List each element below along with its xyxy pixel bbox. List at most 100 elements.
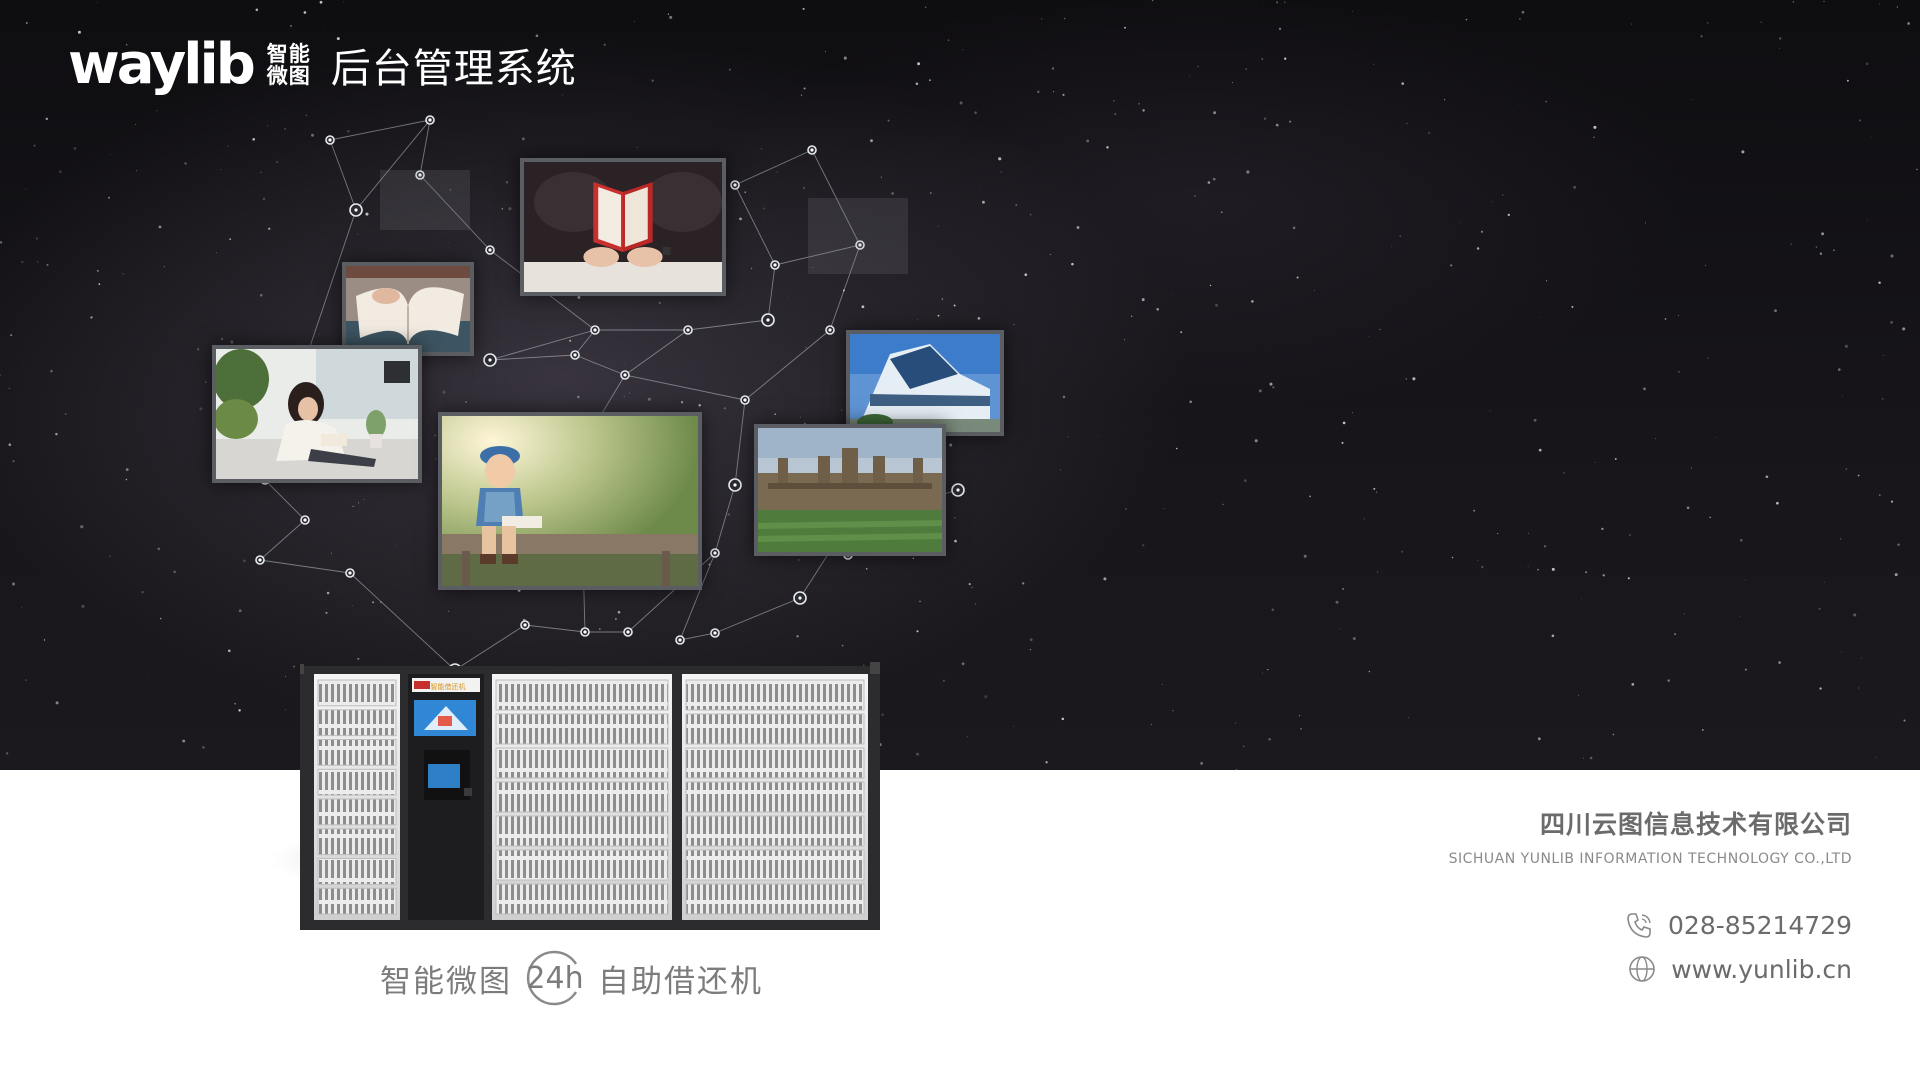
network-link (744, 329, 831, 401)
locker-cell (317, 828, 397, 856)
network-link (259, 519, 306, 561)
network-node-core (354, 208, 358, 212)
network-link (734, 184, 776, 266)
locker-cell (495, 883, 669, 915)
self-service-kiosk: 智能借还机 (300, 662, 880, 930)
phone-number: 028-85214729 (1668, 910, 1852, 940)
network-link (734, 399, 746, 486)
network-link (329, 119, 431, 141)
network-link (524, 624, 586, 633)
photo-laughing-child (438, 412, 702, 590)
network-link (574, 354, 626, 376)
photo-woman-reading (212, 345, 422, 483)
network-node-core (583, 630, 587, 634)
network-node-core (766, 318, 770, 322)
network-link (714, 597, 801, 634)
network-node-core (428, 118, 432, 122)
network-link (767, 264, 776, 321)
network-node-core (828, 328, 832, 332)
brand-cn-line2: 微图 (266, 64, 311, 88)
network-node-core (593, 328, 597, 332)
contact-website[interactable]: www.yunlib.cn (1627, 954, 1852, 984)
badge-24h: 24h (524, 950, 586, 1006)
photo-university-campus (754, 424, 946, 556)
brand-cn-line1: 智能 (266, 42, 311, 66)
contact-phone: 028-85214729 (1624, 910, 1852, 940)
network-link (687, 319, 769, 331)
network-link (259, 559, 351, 574)
network-link (679, 632, 716, 641)
locker-cell (685, 747, 865, 779)
locker-cell (495, 713, 669, 745)
photo-reading-book (520, 158, 726, 296)
photo-open-book (342, 262, 474, 356)
network-link (734, 149, 813, 186)
company-info: 四川云图信息技术有限公司 SICHUAN YUNLIB INFORMATION … (1449, 805, 1852, 867)
network-node-core (798, 596, 802, 600)
product-caption: 智能微图 24h 自助借还机 (380, 948, 763, 1008)
network-link (624, 374, 746, 401)
network-node-core (258, 558, 262, 562)
network-node-core (733, 183, 737, 187)
locker-cell (317, 739, 397, 766)
kiosk-screen-label: 智能借还机 (431, 682, 466, 691)
caption-brand: 智能微图 (380, 963, 512, 1000)
badge-24h-label: 24h (526, 960, 584, 996)
network-link (329, 139, 357, 211)
network-node-core (626, 630, 630, 634)
network-node-core (678, 638, 682, 642)
locker-cell (495, 849, 669, 881)
network-link (624, 329, 689, 376)
network-link (714, 484, 736, 554)
locker-cell (685, 815, 865, 847)
brand-header: waylib 智能 微图 后台管理系统 (68, 30, 577, 100)
network-node-core (773, 263, 777, 267)
company-name-en: SICHUAN YUNLIB INFORMATION TECHNOLOGY CO… (1448, 851, 1852, 867)
network-node-core (733, 483, 737, 487)
locker-cell (317, 887, 397, 915)
caption-product: 自助借还机 (598, 963, 763, 1000)
network-link (264, 479, 306, 521)
phone-icon (1627, 913, 1651, 938)
locker-cell (317, 679, 397, 707)
locker-cell (685, 679, 865, 711)
locker-cell (685, 849, 865, 881)
locker-cell (495, 815, 669, 847)
brand-logo: waylib (68, 32, 256, 97)
network-node-core (488, 358, 492, 362)
network-link (574, 329, 596, 356)
network-node-core (303, 518, 307, 522)
network-node-core (328, 138, 332, 142)
network-node-core (743, 398, 747, 402)
website-link[interactable]: www.yunlib.cn (1671, 955, 1852, 984)
locker-cell (685, 883, 865, 915)
locker-cell (317, 768, 397, 796)
globe-icon (1629, 956, 1656, 982)
locker-cell (495, 679, 669, 711)
ghost-frame (808, 198, 908, 274)
photo-modern-building (846, 330, 1004, 436)
network-node-core (956, 488, 960, 492)
network-link (419, 119, 431, 176)
network-node-core (686, 328, 690, 332)
network-node-core (348, 571, 352, 575)
locker-cell (317, 798, 397, 826)
locker-cell (685, 781, 865, 813)
brand-cn-mark: 智能 微图 (267, 43, 311, 87)
app-title: 后台管理系统 (330, 46, 577, 92)
locker-cell (317, 709, 397, 737)
network-node-core (713, 551, 717, 555)
network-node-core (623, 373, 627, 377)
login-background: waylib 智能 微图 后台管理系统 智能借还机 智能微图 24h 自助借还机… (0, 0, 1920, 1080)
network-node-core (810, 148, 814, 152)
locker-cell (317, 858, 397, 885)
network-node-core (523, 623, 527, 627)
network-node-core (488, 248, 492, 252)
network-node-core (573, 353, 577, 357)
locker-cell (495, 747, 669, 779)
network-link (489, 354, 576, 361)
network-node-core (713, 631, 717, 635)
ghost-frame (380, 170, 470, 230)
locker-cell (685, 713, 865, 745)
company-name-cn: 四川云图信息技术有限公司 (1539, 810, 1852, 839)
